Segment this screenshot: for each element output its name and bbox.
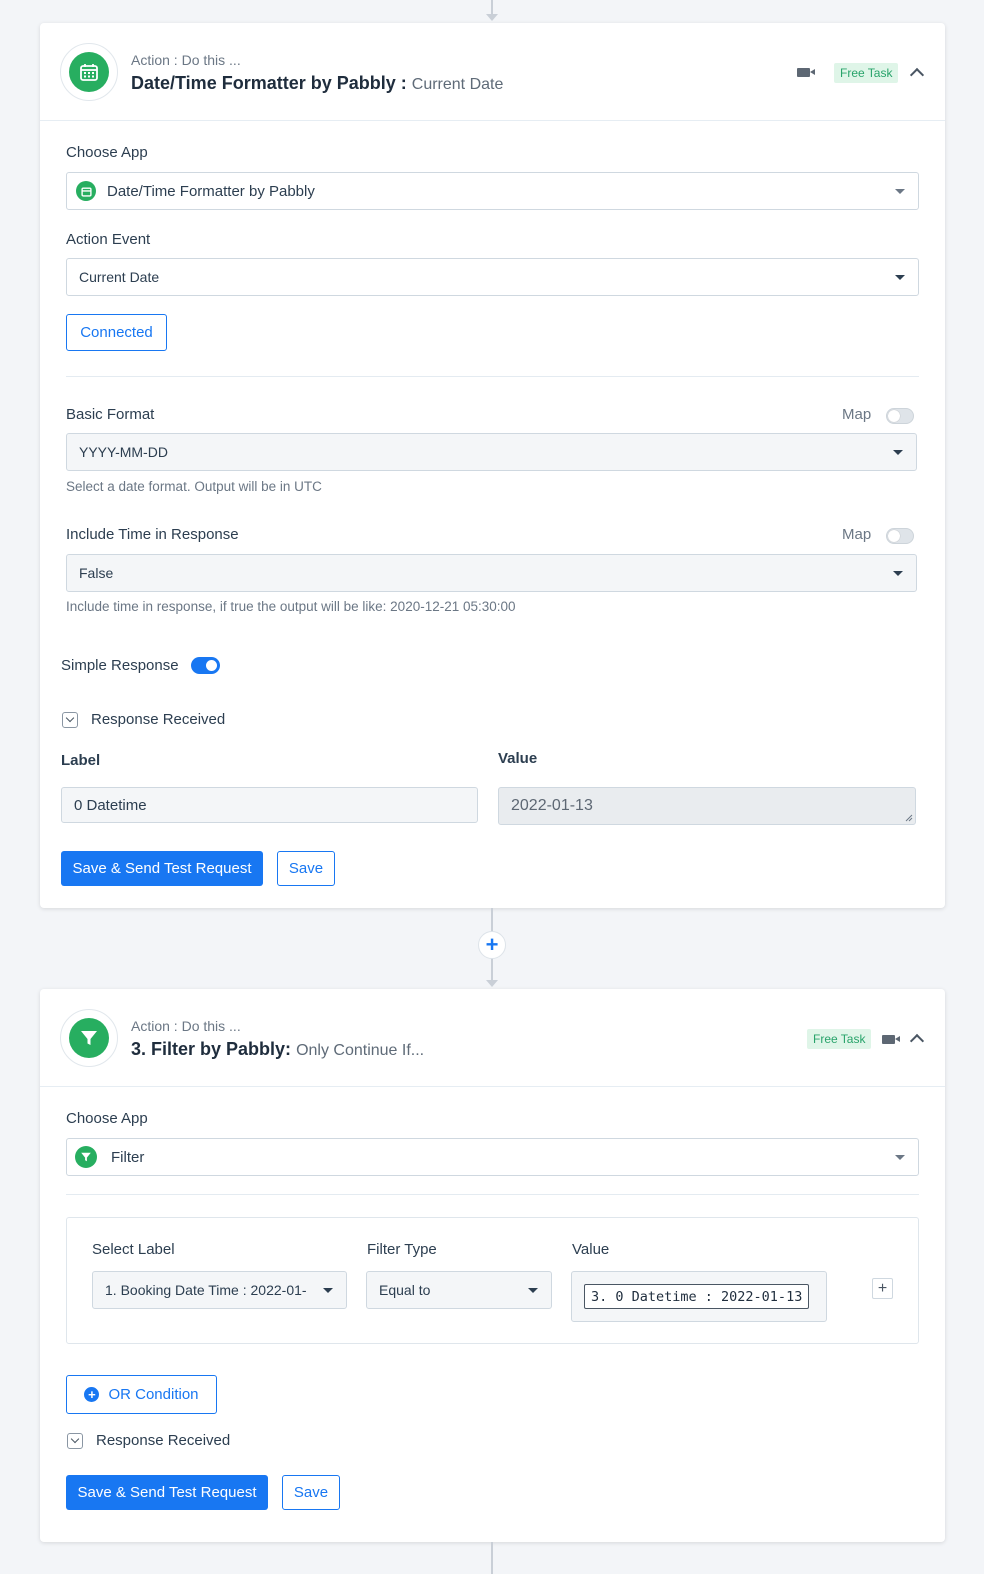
connector-arrow-middle — [486, 980, 498, 987]
include-time-map-toggle[interactable] — [886, 528, 914, 544]
action-card-filter: Action : Do this ... 3. Filter by Pabbly… — [40, 989, 945, 1542]
choose-app-value: Date/Time Formatter by Pabbly — [107, 182, 315, 200]
response-received-label[interactable]: Response Received — [91, 711, 225, 728]
basic-format-select[interactable]: YYYY-MM-DD — [66, 433, 917, 471]
chevron-down-icon — [528, 1288, 538, 1293]
basic-format-map-toggle[interactable] — [886, 408, 914, 424]
include-time-value: False — [79, 565, 114, 581]
value-header: Value — [572, 1241, 610, 1258]
free-task-badge: Free Task — [807, 1029, 872, 1049]
calendar-icon — [76, 181, 96, 201]
filter-icon — [81, 1031, 97, 1045]
card-subtitle: Action : Do this ... — [131, 52, 241, 68]
resize-handle-icon[interactable] — [904, 813, 913, 822]
action-event-select[interactable]: Current Date — [66, 258, 919, 296]
card-header[interactable]: Action : Do this ... 3. Filter by Pabbly… — [40, 989, 945, 1087]
app-logo — [60, 43, 118, 101]
video-icon[interactable] — [882, 1035, 900, 1044]
app-logo — [60, 1009, 118, 1067]
connector-line-bottom — [491, 1542, 493, 1574]
action-event-value: Current Date — [79, 269, 160, 285]
save-send-test-button[interactable]: Save & Send Test Request — [61, 851, 263, 886]
card-title: 3. Filter by Pabbly: Only Continue If... — [131, 1039, 424, 1060]
label-column-header: Label — [61, 752, 101, 769]
or-condition-label: OR Condition — [108, 1386, 199, 1403]
chevron-down-icon — [893, 450, 903, 455]
video-icon[interactable] — [797, 68, 815, 77]
card-header[interactable]: Action : Do this ... Date/Time Formatter… — [40, 23, 945, 121]
value-field[interactable]: 3. 0 Datetime : 2022-01-13 — [571, 1271, 827, 1322]
connected-button[interactable]: Connected — [66, 314, 167, 351]
basic-format-value: YYYY-MM-DD — [79, 444, 168, 460]
save-send-test-button[interactable]: Save & Send Test Request — [66, 1475, 268, 1510]
simple-response-toggle[interactable] — [191, 657, 220, 674]
response-label-field[interactable]: 0 Datetime — [61, 787, 478, 823]
basic-format-map-label: Map — [842, 406, 872, 423]
filter-type-value: Equal to — [379, 1282, 431, 1298]
select-label-header: Select Label — [92, 1241, 175, 1258]
card-title-event: Current Date — [411, 76, 504, 93]
filter-type-dropdown[interactable]: Equal to — [366, 1271, 552, 1309]
include-time-map-label: Map — [842, 526, 872, 543]
value-token[interactable]: 3. 0 Datetime : 2022-01-13 — [584, 1284, 810, 1309]
filter-type-header: Filter Type — [367, 1241, 437, 1258]
plus-circle-icon: + — [84, 1387, 100, 1402]
plus-icon[interactable]: + — [872, 1278, 893, 1299]
include-time-help: Include time in response, if true the ou… — [66, 599, 516, 614]
action-event-label: Action Event — [66, 231, 151, 248]
choose-app-value: Filter — [111, 1148, 145, 1166]
card-subtitle: Action : Do this ... — [131, 1018, 241, 1034]
choose-app-label: Choose App — [66, 1110, 148, 1127]
action-card-datetime: Action : Do this ... Date/Time Formatter… — [40, 23, 945, 908]
select-label-dropdown[interactable]: 1. Booking Date Time : 2022-01- — [92, 1271, 347, 1309]
basic-format-help: Select a date format. Output will be in … — [66, 479, 322, 494]
response-received-toggle-icon[interactable] — [67, 1433, 83, 1449]
include-time-label: Include Time in Response — [66, 526, 239, 543]
select-label-value: 1. Booking Date Time : 2022-01- — [105, 1282, 307, 1298]
filter-icon — [75, 1146, 97, 1168]
save-button[interactable]: Save — [277, 851, 335, 886]
chevron-down-icon — [895, 275, 905, 280]
connector-arrow-top — [486, 14, 498, 21]
chevron-down-icon — [893, 571, 903, 576]
response-received-toggle-icon[interactable] — [62, 712, 78, 728]
connector-line-top — [491, 0, 493, 14]
divider — [66, 1194, 919, 1195]
response-value-text: 2022-01-13 — [511, 797, 593, 814]
basic-format-label: Basic Format — [66, 406, 155, 423]
chevron-down-icon — [323, 1288, 333, 1293]
simple-response-label: Simple Response — [61, 657, 179, 674]
card-title-app: Date/Time Formatter by Pabbly : — [131, 73, 407, 93]
plus-circle-icon[interactable]: + — [478, 931, 506, 959]
choose-app-select[interactable]: Date/Time Formatter by Pabbly — [66, 172, 919, 210]
filter-condition-box: Select Label Filter Type Value 1. Bookin… — [66, 1217, 919, 1344]
card-title: Date/Time Formatter by Pabbly : Current … — [131, 73, 503, 94]
chevron-up-icon[interactable] — [909, 1033, 925, 1049]
card-title-app: 3. Filter by Pabbly: — [131, 1039, 292, 1059]
free-task-badge: Free Task — [834, 63, 899, 83]
card-title-event: Only Continue If... — [296, 1042, 425, 1059]
response-received-label[interactable]: Response Received — [96, 1432, 230, 1449]
choose-app-label: Choose App — [66, 144, 148, 161]
response-value-field[interactable]: 2022-01-13 — [498, 787, 916, 825]
chevron-down-icon — [895, 1155, 905, 1160]
or-condition-button[interactable]: + OR Condition — [66, 1375, 217, 1414]
calendar-icon — [80, 64, 98, 81]
value-column-header: Value — [498, 750, 538, 767]
choose-app-select[interactable]: Filter — [66, 1138, 919, 1176]
chevron-down-icon — [895, 189, 905, 194]
save-button[interactable]: Save — [282, 1475, 340, 1510]
include-time-select[interactable]: False — [66, 554, 917, 592]
chevron-up-icon[interactable] — [909, 67, 925, 83]
divider — [66, 376, 919, 377]
